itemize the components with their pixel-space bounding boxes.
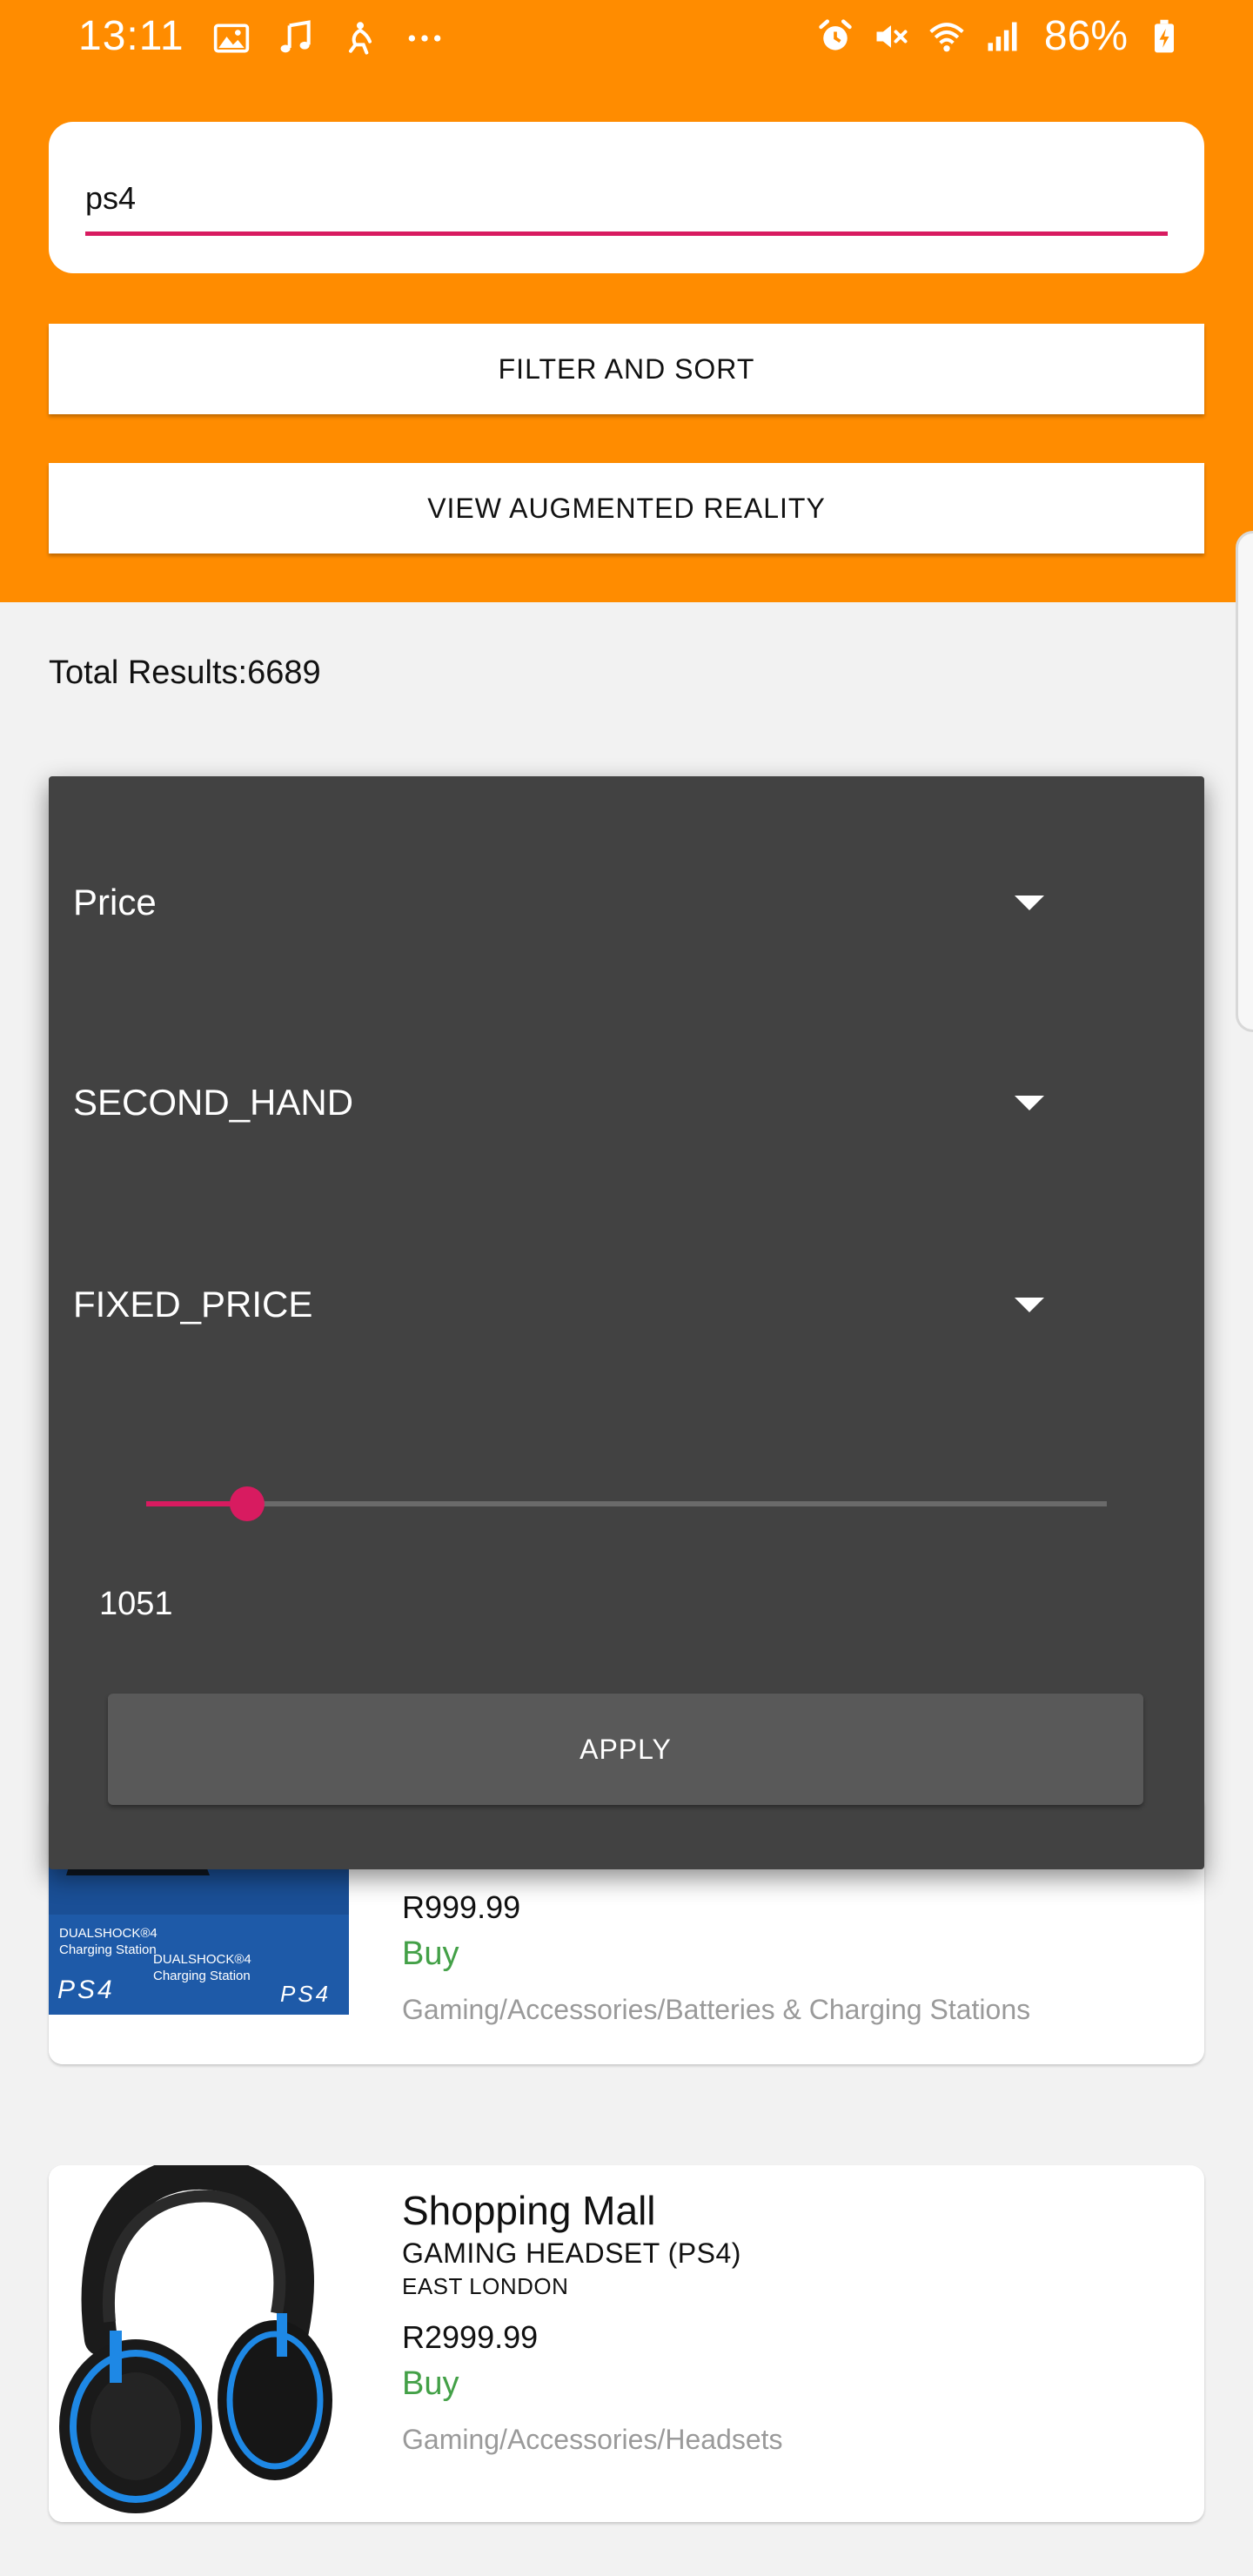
product-image [49,2165,349,2522]
product-details: R999.99 Buy Gaming/Accessories/Batteries… [402,1888,1030,2028]
search-input[interactable] [85,171,1168,236]
product-price: R999.99 [402,1889,521,1925]
price-slider[interactable] [146,1486,1107,1521]
search-card [49,122,1204,273]
product-category: Gaming/Accessories/Headsets [402,2424,783,2455]
edge-panel-handle[interactable] [1236,531,1253,1032]
view-augmented-reality-button[interactable]: VIEW AUGMENTED REALITY [49,463,1204,553]
slider-thumb[interactable] [229,1486,265,1521]
dropdown-arrow-icon [1015,895,1044,910]
accessibility-icon [348,22,372,55]
sort-by-dropdown[interactable]: Price [73,863,1100,942]
alarm-icon [819,18,852,50]
ps4-logo-right: PS4 [280,1981,332,2007]
product-card[interactable]: Shopping Mall GAMING HEADSET (PS4) EAST … [49,2165,1204,2522]
apply-button[interactable]: APPLY [108,1694,1143,1805]
product-details: Shopping Mall GAMING HEADSET (PS4) EAST … [402,2186,783,2458]
dropdown-arrow-icon [1015,1297,1044,1312]
buy-link[interactable]: Buy [402,1932,1030,1976]
product-category: Gaming/Accessories/Batteries & Charging … [402,1994,1031,2025]
signal-icon [988,22,1017,50]
ps4-logo-left: PS4 [57,1976,115,2004]
buy-link[interactable]: Buy [402,2362,783,2405]
product-location: EAST LONDON [402,2273,569,2299]
header: 13:11 86% ps4 FILTER AND SORT VIEW AUGME… [0,0,1253,602]
notification-icons [212,17,444,59]
filter-and-sort-button[interactable]: FILTER AND SORT [49,324,1204,414]
store-name: Shopping Mall [402,2188,656,2233]
listing-type-value: FIXED_PRICE [73,1284,313,1325]
total-results-label: Total Results:6689 [49,654,321,691]
box-label-right: DUALSHOCK®4 Charging Station [153,1952,251,1983]
wifi-icon [929,22,964,51]
battery-percentage: 86% [1043,13,1128,59]
slider-value: 1051 [99,1586,173,1622]
battery-charging-icon [1155,19,1174,52]
product-price: R2999.99 [402,2319,539,2355]
dropdown-arrow-icon [1015,1095,1044,1110]
system-icons: 86% [816,12,1183,60]
product-title: GAMING HEADSET (PS4) [402,2237,741,2269]
mute-icon [876,24,908,48]
sort-by-value: Price [73,882,157,922]
status-time: 13:11 [78,13,184,59]
more-dots-icon [408,35,441,42]
status-bar: 13:11 86% [0,0,1253,73]
image-icon [213,23,250,53]
music-icon [280,20,311,53]
box-label-left: DUALSHOCK®4 Charging Station [59,1926,157,1957]
condition-value: SECOND_HAND [73,1082,354,1123]
listing-type-dropdown[interactable]: FIXED_PRICE [73,1265,1100,1344]
condition-dropdown[interactable]: SECOND_HAND [73,1063,1100,1142]
